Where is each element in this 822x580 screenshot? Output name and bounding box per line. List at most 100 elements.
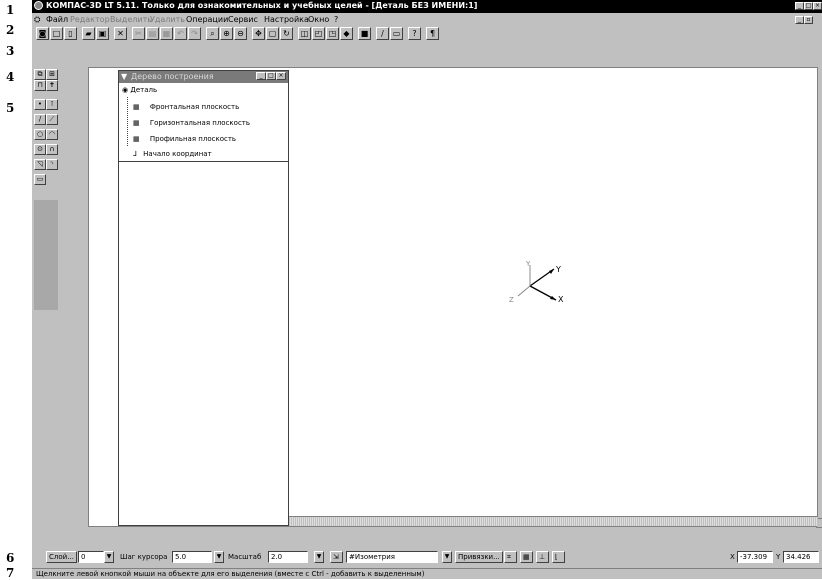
save-icon[interactable]: ▣ [96,27,109,40]
menu-help[interactable]: ? [334,15,338,24]
tree-icon: ▼ [121,72,128,81]
pan-icon[interactable]: ✥ [252,27,265,40]
doc-menu-icon[interactable]: ⛭ [34,15,40,25]
zoom-window-icon[interactable]: ⌕ [206,27,219,40]
app-icon[interactable] [34,1,43,10]
view-field[interactable]: #Изометрия [346,551,438,563]
menu-window[interactable]: Окно [308,15,329,24]
tree-item-label: Фронтальная плоскость [149,103,240,111]
new-drawing-icon[interactable]: ◙ [36,27,49,40]
copy-icon[interactable]: ▤ [146,27,159,40]
scale-field[interactable]: 2.0 [268,551,308,563]
tree-close-icon[interactable]: × [276,72,286,80]
info-icon[interactable]: ¶ [426,27,439,40]
doc-minimize-icon[interactable]: _ [795,16,804,24]
app-window: КОМПАС-3D LT 5.11. Только для ознакомите… [32,0,822,579]
panel-switch-measure-icon[interactable]: ✝ [46,80,58,91]
snaps-button[interactable]: Привязки... [455,551,503,563]
minimize-icon[interactable]: _ [795,2,804,10]
maximize-icon[interactable]: □ [804,2,813,10]
callout-3: 3 [6,44,15,58]
zoom-in-icon[interactable]: ⊕ [220,27,233,40]
tree-item[interactable]: ⅃ Начало координат [133,150,212,158]
thin-lines-icon[interactable]: ◳ [326,27,339,40]
cursor-step-label: Шаг курсора [120,553,168,561]
layer-dropdown-icon[interactable]: ▼ [104,551,114,563]
axis-label-x: X [558,295,564,304]
mass-icon[interactable]: ▭ [390,27,403,40]
menu-delete[interactable]: Удалить [150,15,185,24]
tree-maximize-icon[interactable]: □ [266,72,276,80]
hidden-lines-icon[interactable]: ◰ [312,27,325,40]
cursor-step-field[interactable]: 5.0 [172,551,212,563]
menu-operations[interactable]: Операции [186,15,228,24]
tree-root[interactable]: ◉ Деталь [122,86,157,94]
open-icon[interactable]: ▰ [82,27,95,40]
hint-line: Щелкните левой кнопкой мыши на объекте д… [32,568,822,579]
undo-icon[interactable]: ↶ [174,27,187,40]
measure-icon[interactable]: ∕ [376,27,389,40]
tree-item-label: Профильная плоскость [149,135,237,143]
tree-item[interactable]: ▦ Фронтальная плоскость [133,103,239,111]
redo-icon[interactable]: ↷ [188,27,201,40]
menu-bar: ⛭ Файл Редактор Выделить Удалить Операци… [32,13,822,26]
menu-service[interactable]: Сервис [228,15,258,24]
wireframe-icon[interactable]: ◫ [298,27,311,40]
panel-switch-geometry-icon[interactable]: ⧉ [34,69,46,80]
panel-switch-ops-icon[interactable]: ⊓ [34,80,46,91]
menu-select[interactable]: Выделить [110,15,152,24]
ortho-icon[interactable]: ⌊ [552,551,565,563]
rotate-icon[interactable]: ↻ [280,27,293,40]
cursor-step-dropdown-icon[interactable]: ▼ [214,551,224,563]
zoom-out-icon[interactable]: ⊖ [234,27,247,40]
menu-editor[interactable]: Редактор [70,15,110,24]
tree-item-label: Горизонтальная плоскость [149,119,250,127]
local-cs-icon[interactable]: ⊥ [536,551,549,563]
polyline-tool-icon[interactable]: ⟋ [46,114,58,125]
curve-tool-icon[interactable]: ∩ [46,144,58,155]
no-hidden-icon[interactable]: ◆ [340,27,353,40]
new-part-icon[interactable]: ▯ [64,27,77,40]
panel-switch-edit-icon[interactable]: ⊞ [46,69,58,80]
callout-5: 5 [6,101,15,115]
tree-item[interactable]: ▦ Горизонтальная плоскость [133,119,250,127]
shaded-icon[interactable]: ■ [358,27,371,40]
y-coord-field[interactable]: 34.426 [783,551,819,563]
layer-field[interactable]: 0 [78,551,104,563]
chamfer-tool-icon[interactable]: ◹ [34,159,46,170]
callout-2: 2 [6,23,15,37]
paste-icon[interactable]: ▦ [160,27,173,40]
close-icon[interactable]: × [813,2,822,10]
context-help-icon[interactable]: ? [408,27,421,40]
menu-settings[interactable]: Настройка [264,15,309,24]
fillet-tool-icon[interactable]: ◝ [46,159,58,170]
grid-settings-icon[interactable]: ▦ [520,551,533,563]
print-icon[interactable]: ✕ [114,27,127,40]
doc-restore-icon[interactable]: ▫ [804,16,813,24]
new-fragment-icon[interactable]: □ [50,27,63,40]
segment-tool-icon[interactable]: ∕ [34,114,46,125]
ellipse-tool-icon[interactable]: ⊙ [34,144,46,155]
x-coord-field[interactable]: -37.309 [737,551,773,563]
y-coord-label: Y [776,553,781,561]
title-bar[interactable]: КОМПАС-3D LT 5.11. Только для ознакомите… [32,0,822,13]
circle-tool-icon[interactable]: ○ [34,129,46,140]
arc-tool-icon[interactable]: ◠ [46,129,58,140]
callout-7: 7 [6,566,15,580]
view-dropdown-icon[interactable]: ▼ [442,551,452,563]
tree-minimize-icon[interactable]: _ [256,72,266,80]
show-all-icon[interactable]: ▢ [266,27,279,40]
scale-dropdown-icon[interactable]: ▼ [314,551,324,563]
tree-caption[interactable]: ▼ Дерево построения _ □ × [119,71,288,83]
callout-4: 4 [6,70,15,84]
rectangle-tool-icon[interactable]: ▭ [34,174,46,185]
main-toolbar: ◙ □ ▯ ▰ ▣ ✕ ✂ ▤ ▦ ↶ ↷ ⌕ ⊕ ⊖ ✥ ▢ ↻ ◫ ◰ ◳ … [32,26,822,42]
view-orientation-icon[interactable]: ⇲ [330,551,343,563]
layer-button[interactable]: Слой... [46,551,77,563]
point-tool-icon[interactable]: • [34,99,46,110]
cut-icon[interactable]: ✂ [132,27,145,40]
tree-item[interactable]: ▦ Профильная плоскость [133,135,236,143]
grid-toggle-icon[interactable]: ⌗ [504,551,517,563]
menu-file[interactable]: Файл [46,15,68,24]
line-tool-icon[interactable]: ⊺ [46,99,58,110]
